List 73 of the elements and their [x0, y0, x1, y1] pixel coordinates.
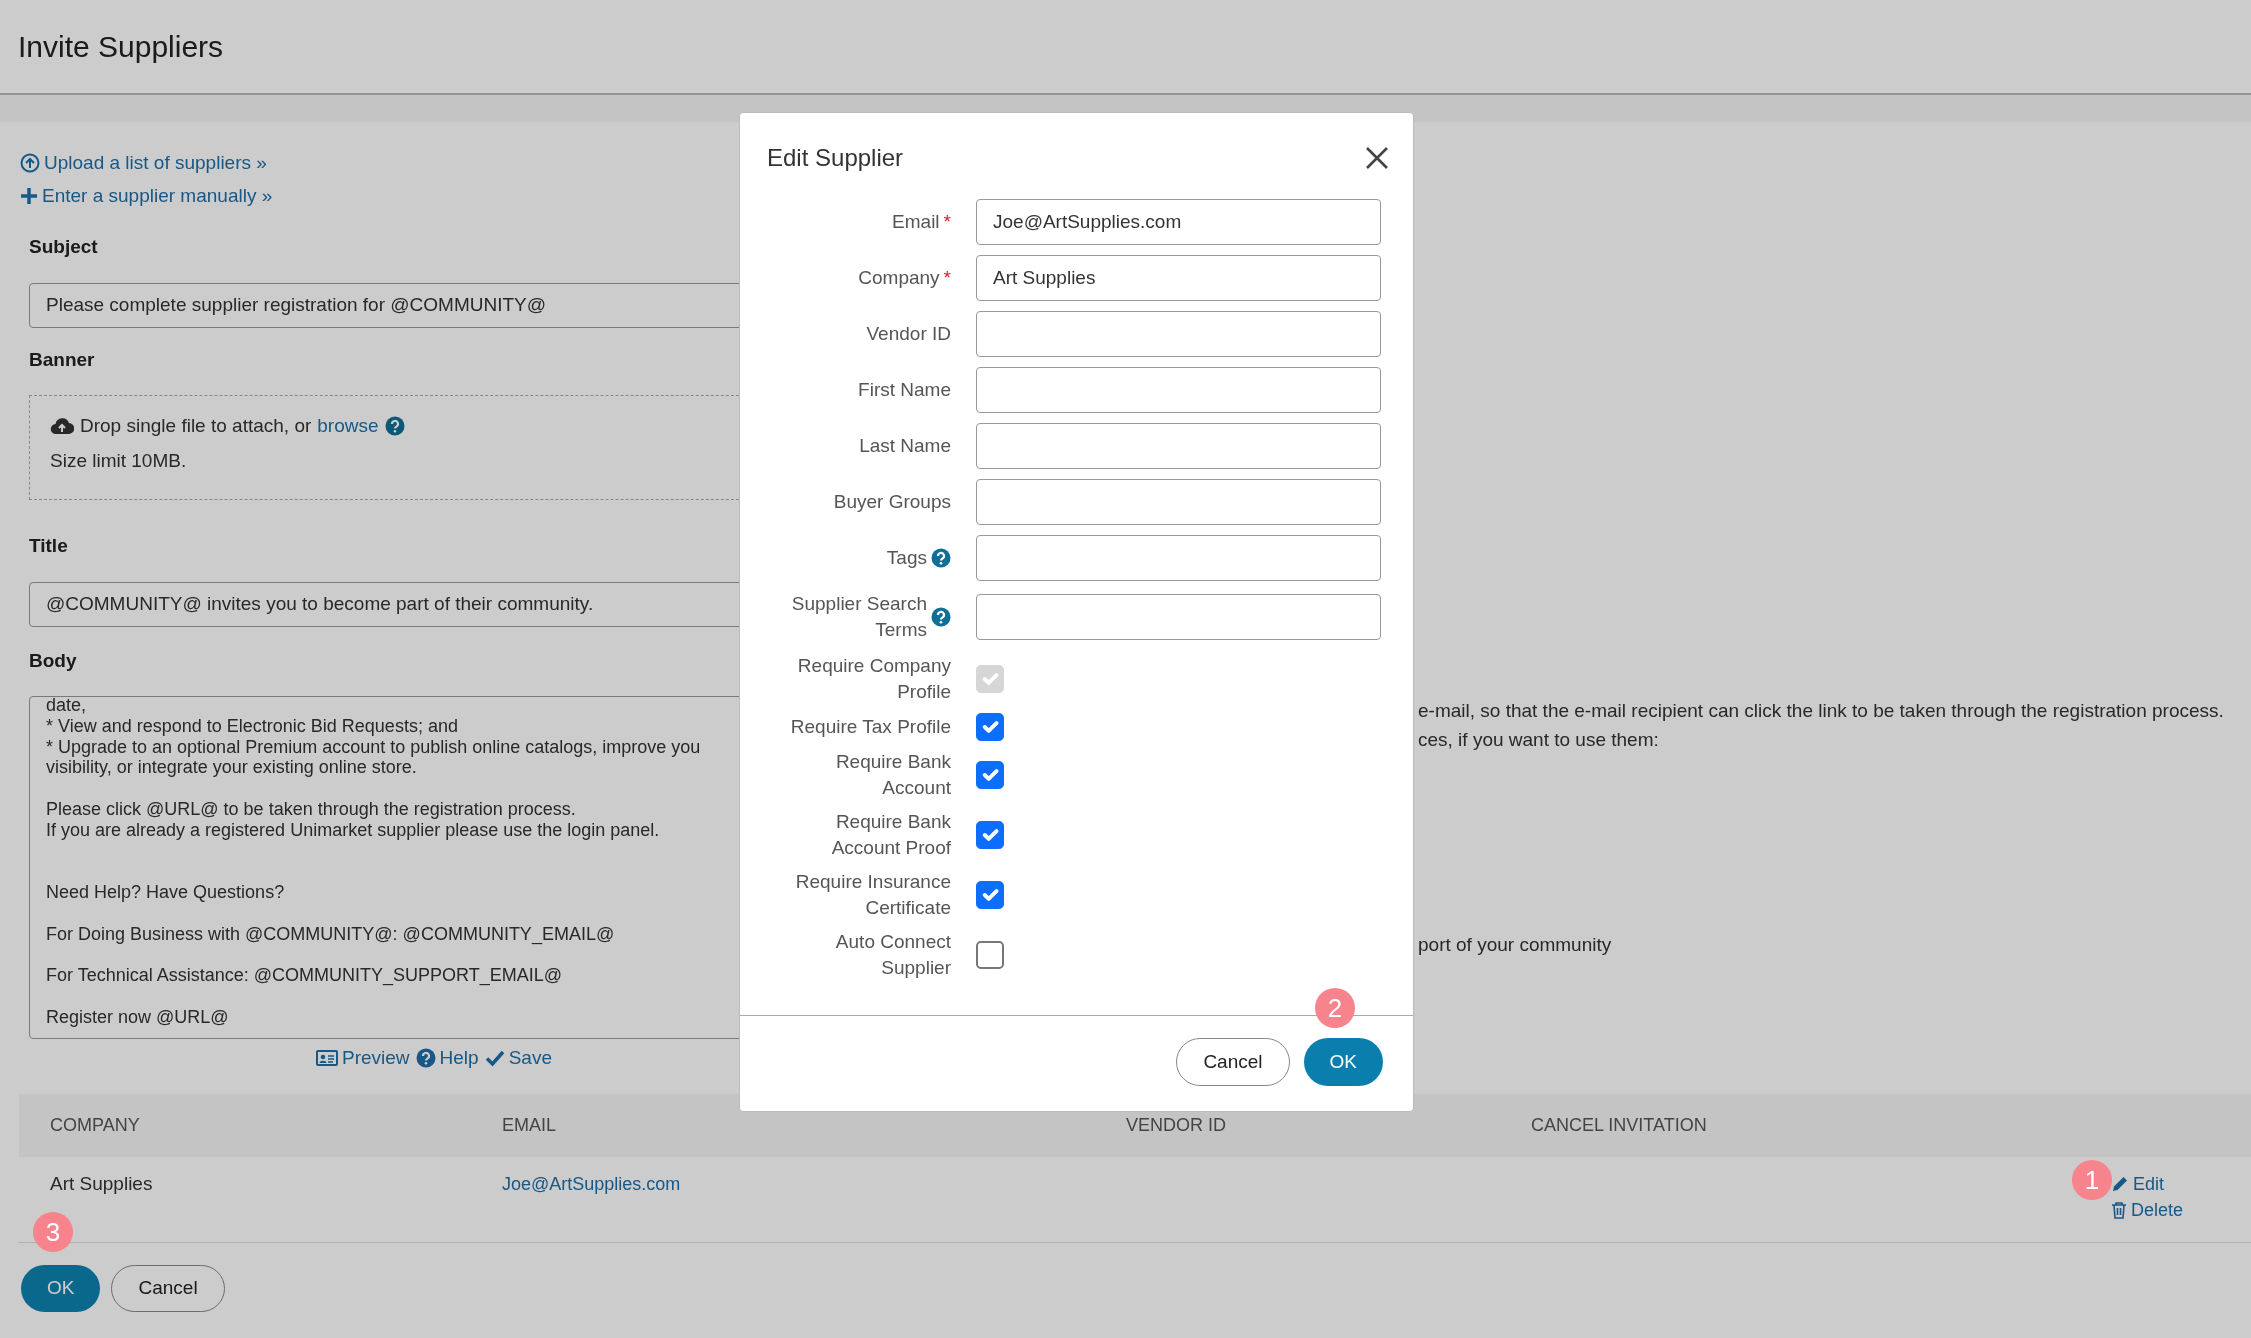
- field-label: Tags: [886, 546, 927, 570]
- delete-link[interactable]: Delete: [2111, 1197, 2184, 1223]
- checkbox[interactable]: [976, 881, 1004, 909]
- modal-title: Edit Supplier: [767, 143, 904, 173]
- action-link[interactable]: Upload a list of suppliers »: [20, 148, 267, 177]
- checkbox-label: Require Company Profile: [796, 654, 951, 704]
- tool-link[interactable]: Preview: [316, 1043, 410, 1072]
- required-mark: *: [943, 210, 951, 234]
- ok-button[interactable]: OK: [21, 1265, 101, 1312]
- help-text: e-mail, so that the e-mail recipient can click the link to be taken through the registration process.: [1418, 699, 2225, 723]
- drop-instructions: Drop single file to attach, or: [80, 414, 312, 438]
- text-field[interactable]: Joe@ArtSupplies.com: [976, 199, 1381, 245]
- tool-link[interactable]: Help: [415, 1043, 479, 1072]
- id-card-icon: [316, 1048, 338, 1067]
- help-icon: [384, 415, 405, 436]
- field-label: Title: [29, 534, 68, 558]
- field-label: First Name: [858, 378, 951, 402]
- checkbox[interactable]: [976, 761, 1004, 789]
- upload-icon: [20, 152, 40, 173]
- required-mark: *: [943, 266, 951, 290]
- step-marker: 3: [33, 1212, 73, 1252]
- pencil-icon: [2111, 1175, 2129, 1193]
- checkbox-label: Require Bank Account: [834, 750, 951, 800]
- checkbox-label: Require Bank Account Proof: [830, 810, 951, 860]
- checkbox-label: Auto Connect Supplier: [834, 930, 951, 980]
- text-field[interactable]: [976, 594, 1381, 640]
- checkbox-label: Require Tax Profile: [790, 715, 951, 739]
- field-label: Subject: [29, 235, 98, 259]
- edit-link[interactable]: Edit: [2111, 1171, 2165, 1197]
- text-field[interactable]: Art Supplies: [976, 255, 1381, 301]
- field-label: Last Name: [859, 434, 951, 458]
- checkbox[interactable]: [976, 821, 1004, 849]
- trash-icon: [2111, 1201, 2127, 1219]
- text-field[interactable]: [976, 311, 1381, 357]
- close-icon[interactable]: [1365, 146, 1389, 170]
- email-link[interactable]: Joe@ArtSupplies.com: [502, 1171, 681, 1197]
- text-field[interactable]: [976, 423, 1381, 469]
- action-link[interactable]: Enter a supplier manually »: [20, 181, 273, 210]
- help-text: port of your community: [1418, 933, 1613, 957]
- body-text: date, * View and respond to Electronic Bid Requests; and * Upgrade to an optional Premium account to publish online catalogs, improve you visibility, or integrate your existing online store. Please click @URL@ to be taken through the registration process. If you are already a registered Unimarket supplier please use the login panel. Need Help? Have Questions? For Doing Business with @COMMUNITY@: @COMMUNITY_EMAIL@ For Technical Assistance: @COMMUNITY_SUPPORT_EMAIL@ Register now @URL@: [46, 697, 701, 1028]
- field-label: Banner: [29, 347, 95, 372]
- field-label: Body: [29, 648, 77, 673]
- column-header: COMPANY: [49, 1114, 141, 1137]
- cancel-button[interactable]: Cancel: [111, 1265, 225, 1312]
- cloud-upload-icon: [50, 415, 74, 436]
- checkbox[interactable]: [976, 941, 1004, 969]
- check-icon: [484, 1048, 505, 1067]
- field-label: Supplier Search Terms: [790, 592, 927, 642]
- text-field[interactable]: [976, 479, 1381, 525]
- page-title: Invite Suppliers: [18, 28, 224, 65]
- browse-link[interactable]: browse: [317, 408, 379, 443]
- checkbox-label: Require Insurance Certificate: [794, 870, 951, 920]
- text-field[interactable]: [976, 535, 1381, 581]
- step-marker: 1: [2072, 1160, 2112, 1200]
- help-icon: [931, 548, 951, 568]
- ok-button[interactable]: OK: [1303, 1038, 1383, 1086]
- field-label: Email: [892, 210, 940, 234]
- column-header: VENDOR ID: [1125, 1114, 1227, 1137]
- help-text: ces, if you want to use them:: [1418, 728, 1660, 752]
- plus-icon: [20, 186, 38, 205]
- cancel-button[interactable]: Cancel: [1176, 1038, 1290, 1086]
- checkbox[interactable]: [976, 713, 1004, 741]
- tool-link[interactable]: Save: [484, 1043, 552, 1072]
- table-cell-text: Art Supplies: [49, 1172, 154, 1196]
- column-header: CANCEL INVITATION: [1530, 1114, 1708, 1137]
- size-limit-text: Size limit 10MB.: [50, 449, 187, 473]
- field-label: Buyer Groups: [833, 490, 951, 514]
- help-icon: [931, 607, 951, 627]
- field-label: Company: [858, 266, 940, 290]
- field-label: Vendor ID: [866, 322, 951, 346]
- text-field[interactable]: [976, 367, 1381, 413]
- help-icon: [415, 1047, 436, 1068]
- column-header: EMAIL: [501, 1114, 558, 1137]
